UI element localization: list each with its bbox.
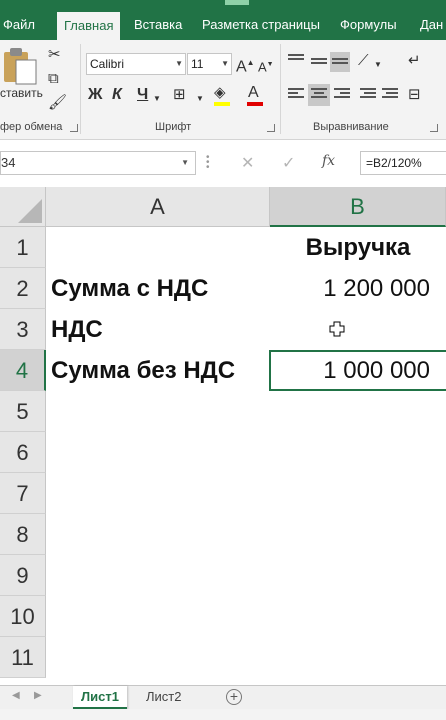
decrease-indent-icon[interactable] (360, 88, 376, 102)
tab-data[interactable]: Дан (420, 10, 443, 40)
align-left-icon[interactable] (288, 88, 304, 102)
borders-icon[interactable]: ⊞ (173, 86, 186, 104)
group-separator (280, 44, 281, 134)
merge-cells-icon[interactable]: ⊟ (408, 86, 421, 104)
row-header[interactable]: 10 (0, 596, 46, 637)
row-header[interactable]: 9 (0, 555, 46, 596)
row-header[interactable]: 2 (0, 268, 46, 309)
align-top-icon[interactable] (288, 54, 304, 68)
scroll-left-icon[interactable]: ◀ (12, 690, 20, 701)
name-box[interactable]: 34 ▼ (0, 151, 196, 175)
formula-input[interactable]: =B2/120% (360, 151, 446, 175)
add-sheet-icon[interactable]: + (226, 689, 242, 705)
cell-a3[interactable]: НДС (46, 309, 270, 350)
worksheet-grid: A B 1 2 3 4 5 6 7 8 9 10 11 Выручка Сумм… (0, 187, 446, 685)
paste-label: ставить (0, 86, 43, 100)
row-header[interactable]: 5 (0, 391, 46, 432)
name-box-value: 34 (1, 155, 16, 170)
chevron-down-icon: ▼ (221, 59, 229, 68)
formula-bar-grip-icon[interactable]: • • • (206, 153, 210, 173)
scroll-right-icon[interactable]: ▶ (34, 690, 42, 701)
cell-b1[interactable]: Выручка (270, 227, 446, 268)
align-middle-icon[interactable] (311, 58, 327, 72)
cell-a2[interactable]: Сумма с НДС (46, 268, 270, 309)
cell-select-cursor-icon (329, 321, 345, 337)
status-bar (0, 709, 446, 720)
increase-indent-icon[interactable] (382, 88, 398, 102)
alignment-group-label: Выравнивание (313, 121, 389, 133)
font-launcher-icon[interactable] (267, 124, 275, 132)
formula-bar: 34 ▼ • • • ✕ ✓ fx =B2/120% (0, 141, 446, 187)
font-size-value: 11 (191, 57, 204, 71)
column-header-b[interactable]: B (270, 187, 446, 227)
paste-icon (4, 48, 37, 85)
chevron-down-icon: ▼ (181, 158, 189, 167)
clipboard-launcher-icon[interactable] (70, 124, 78, 132)
shrink-font-icon: A (258, 59, 267, 75)
tab-formulas[interactable]: Формулы (340, 10, 397, 40)
row-header[interactable]: 8 (0, 514, 46, 555)
grow-font-icon: A (236, 58, 247, 76)
format-painter-icon[interactable]: 🖌 (48, 94, 67, 112)
confirm-edit-icon[interactable]: ✓ (282, 153, 295, 173)
fill-bucket-icon: ◈ (214, 84, 226, 101)
group-separator (80, 44, 81, 134)
row-header[interactable]: 11 (0, 637, 46, 678)
sheet-tab-1[interactable]: Лист1 (73, 686, 127, 710)
font-size-combo[interactable]: 11 ▼ (187, 53, 232, 75)
alignment-launcher-icon[interactable] (430, 124, 438, 132)
tab-insert[interactable]: Вставка (134, 10, 182, 40)
tab-page-layout[interactable]: Разметка страницы (202, 10, 320, 40)
font-color-swatch (247, 102, 263, 106)
underline-button[interactable]: Ч (137, 86, 148, 104)
bold-button[interactable]: Ж (88, 86, 102, 104)
align-center-icon[interactable] (308, 84, 330, 106)
font-name-combo[interactable]: Calibri ▼ (86, 53, 186, 75)
ribbon-home: ставить ✂ ⧉ 🖌 фер обмена Calibri ▼ 11 ▼ … (0, 40, 446, 140)
font-name-value: Calibri (90, 57, 125, 71)
wrap-text-icon[interactable]: ↵ (408, 52, 421, 70)
italic-button[interactable]: К (112, 86, 122, 104)
tab-file[interactable]: Файл (3, 10, 35, 40)
row-header[interactable]: 4 (0, 350, 46, 391)
ribbon-tab-bar: Файл Главная Вставка Разметка страницы Ф… (0, 0, 446, 40)
grow-font-button[interactable]: A▲ (236, 54, 255, 76)
cut-icon[interactable]: ✂ (48, 46, 61, 64)
font-color-icon: A (248, 84, 259, 101)
fill-color-swatch (214, 102, 230, 106)
chevron-down-icon[interactable]: ▼ (374, 56, 382, 74)
sheet-tab-bar: ◀ ▶ Лист1 Лист2 + (0, 685, 446, 710)
align-bottom-icon[interactable] (330, 52, 350, 72)
cell-b2[interactable]: 1 200 000 (270, 268, 446, 309)
cell-b3[interactable] (270, 309, 446, 350)
cancel-edit-icon[interactable]: ✕ (241, 153, 254, 173)
row-header[interactable]: 6 (0, 432, 46, 473)
row-header[interactable]: 3 (0, 309, 46, 350)
fill-color-button[interactable]: ◈ (212, 84, 234, 106)
tab-home[interactable]: Главная (57, 12, 121, 40)
column-header-a[interactable]: A (46, 187, 270, 227)
row-header[interactable]: 1 (0, 227, 46, 268)
font-group-label: Шрифт (155, 121, 192, 133)
orientation-icon[interactable]: ⟋ (358, 52, 369, 70)
insert-function-icon[interactable]: fx (322, 153, 335, 169)
cell-a4[interactable]: Сумма без НДС (46, 350, 270, 391)
shrink-font-button[interactable]: A▼ (258, 56, 274, 76)
chevron-down-icon[interactable]: ▼ (153, 90, 161, 108)
clipboard-group-label: фер обмена (0, 121, 63, 133)
title-bar-accent (225, 0, 249, 5)
select-all-triangle-icon (18, 199, 42, 223)
row-header[interactable]: 7 (0, 473, 46, 514)
sheet-tab-2[interactable]: Лист2 (138, 686, 189, 710)
active-cell-border (269, 350, 446, 391)
chevron-down-icon[interactable]: ▼ (196, 90, 204, 108)
font-color-button[interactable]: A (246, 84, 266, 106)
copy-icon[interactable]: ⧉ (48, 70, 59, 88)
chevron-down-icon: ▼ (175, 59, 183, 68)
align-right-icon[interactable] (334, 88, 350, 102)
select-all-button[interactable] (0, 187, 46, 227)
